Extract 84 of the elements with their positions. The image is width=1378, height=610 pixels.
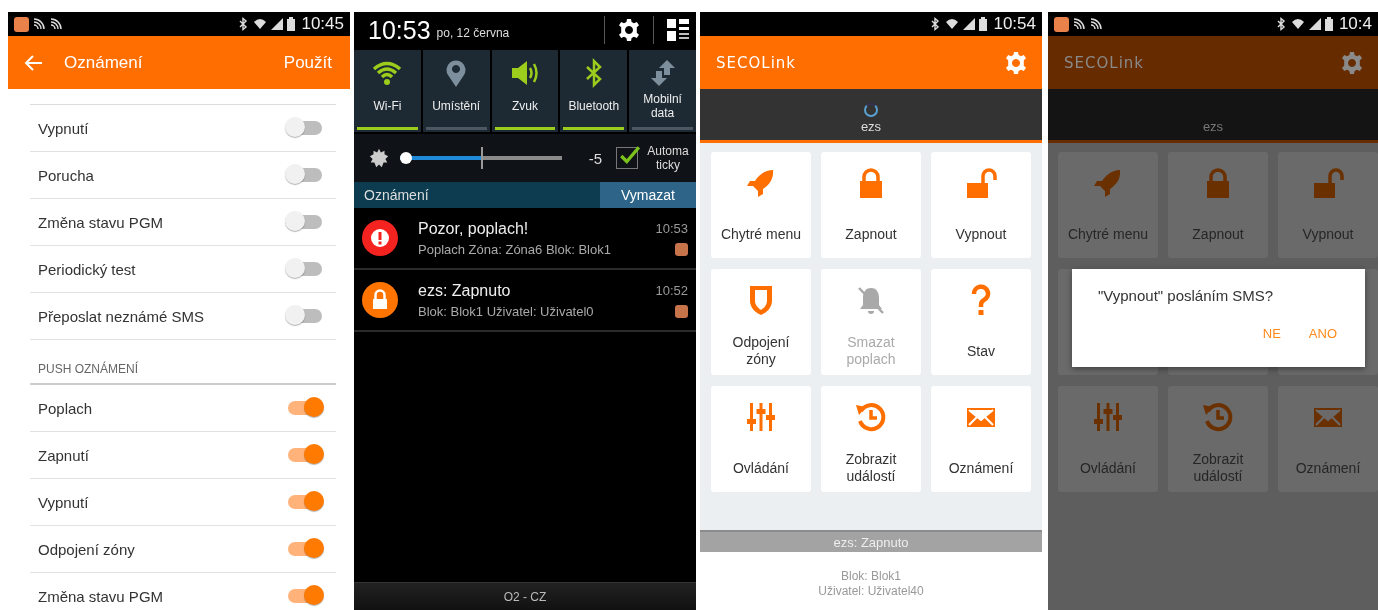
battery-icon	[979, 17, 988, 31]
signal-icon	[962, 17, 977, 31]
quick-setting-tile[interactable]: Wi-Fi	[354, 50, 421, 132]
device-name: ezs	[1202, 119, 1224, 134]
setting-label: Zapnutí	[38, 446, 89, 464]
wifi-icon	[253, 17, 268, 31]
notification-text: Poplach Zóna: Zóna6 Blok: Blok1	[418, 241, 612, 257]
broadcast-icon	[1072, 17, 1086, 31]
open-padlock-icon	[965, 167, 997, 199]
brightness-value: -5	[588, 149, 602, 167]
menu-tile[interactable]: Zobrazit událostí	[821, 386, 921, 492]
alarm-status: ezs: Zapnuto	[833, 534, 909, 550]
back-arrow-icon[interactable]	[24, 52, 44, 73]
menu-tile[interactable]: Odpojení zóny	[711, 269, 811, 375]
device-name: ezs	[860, 119, 882, 134]
app-icon	[675, 242, 688, 256]
dialog-message: "Vypnout" posláním SMS?	[1098, 287, 1275, 304]
app-notification-icon	[1054, 16, 1069, 32]
status-time: 10:54	[993, 14, 1036, 34]
wifi-icon	[1290, 17, 1305, 31]
history-icon	[1202, 401, 1234, 433]
brightness-slider[interactable]	[400, 147, 562, 169]
quick-setting-tile[interactable]: Umístění	[422, 50, 490, 132]
screen-title: Oznámení	[64, 52, 143, 73]
setting-label: Porucha	[38, 166, 94, 184]
broadcast-icon	[49, 17, 63, 31]
menu-tile[interactable]: Zapnout	[821, 152, 921, 258]
checkbox[interactable]	[616, 147, 638, 169]
setting-label: Přeposlat neznámé SMS	[38, 307, 204, 325]
battery-icon	[287, 17, 296, 31]
setting-label: Vypnutí	[38, 119, 89, 137]
menu-tile[interactable]: Oznámení	[931, 386, 1031, 492]
checkbox-label: Automaticky	[646, 144, 690, 172]
battery-icon	[1324, 17, 1333, 31]
carrier-name: O2 - CZ	[503, 589, 547, 604]
quick-setting-tile[interactable]: Zvuk	[491, 50, 559, 132]
grid-toggle-icon[interactable]	[666, 18, 690, 42]
history-icon	[855, 401, 887, 433]
speaker-icon	[510, 58, 540, 88]
menu-tile[interactable]: Ovládání	[711, 386, 811, 492]
alert-icon	[362, 220, 398, 256]
settings-icon[interactable]	[617, 18, 641, 42]
notification-title: Pozor, poplach!	[418, 219, 530, 238]
section-title: Oznámení	[363, 187, 430, 203]
notification-time: 10:52	[655, 282, 688, 298]
clock-time: 10:53	[368, 15, 431, 45]
broadcast-icon	[32, 17, 46, 31]
padlock-icon	[362, 282, 398, 318]
setting-label: Změna stavu PGM	[38, 213, 164, 231]
sliders-icon	[1092, 401, 1124, 433]
wifi-icon	[945, 17, 960, 31]
setting-label: Změna stavu PGM	[38, 587, 164, 605]
open-padlock-icon	[1312, 167, 1344, 199]
setting-label: Poplach	[38, 399, 93, 417]
setting-label: Vypnutí	[38, 493, 89, 511]
clear-button[interactable]: Vymazat	[600, 182, 696, 208]
notification[interactable]: ezs: Zapnuto Blok: Blok1 Uživatel: Uživatel0 10:52	[354, 270, 696, 332]
notification-time: 10:53	[655, 220, 688, 236]
quick-setting-tile[interactable]: Mobilní data	[629, 50, 696, 132]
section-heading: PUSH OZNÁMENÍ	[30, 349, 336, 385]
sliders-icon	[745, 401, 777, 433]
status-time: 10:45	[301, 14, 344, 34]
loading-spinner	[864, 103, 878, 117]
app-logo: SECOLink	[716, 53, 796, 72]
status-detail: Blok: Blok1	[841, 569, 901, 584]
app-logo: SECOLink	[1064, 53, 1144, 72]
status-detail: Uživatel: Uživatel40	[818, 584, 924, 599]
date-label: po, 12 června	[436, 26, 510, 40]
notification-title: ezs: Zapnuto	[418, 281, 512, 300]
auto-brightness-icon	[368, 147, 390, 169]
quick-setting-tile[interactable]: Bluetooth	[560, 50, 628, 132]
setting-label: Odpojení zóny	[38, 540, 135, 558]
app-icon	[675, 304, 688, 318]
notification-text: Blok: Blok1 Uživatel: Uživatel0	[418, 303, 595, 319]
broadcast-icon	[1089, 17, 1103, 31]
signal-icon	[1307, 17, 1322, 31]
menu-tile[interactable]: Stav	[931, 269, 1031, 375]
notification[interactable]: Pozor, poplach! Poplach Zóna: Zóna6 Blok: Blok1 10:53	[354, 208, 696, 270]
setting-label: Periodický test	[38, 260, 136, 278]
app-notification-icon	[14, 16, 29, 32]
menu-tile[interactable]: Vypnout	[931, 152, 1031, 258]
status-time: 10:4	[1338, 14, 1372, 34]
menu-tile[interactable]: Chytré menu	[711, 152, 811, 258]
signal-icon	[270, 17, 285, 31]
